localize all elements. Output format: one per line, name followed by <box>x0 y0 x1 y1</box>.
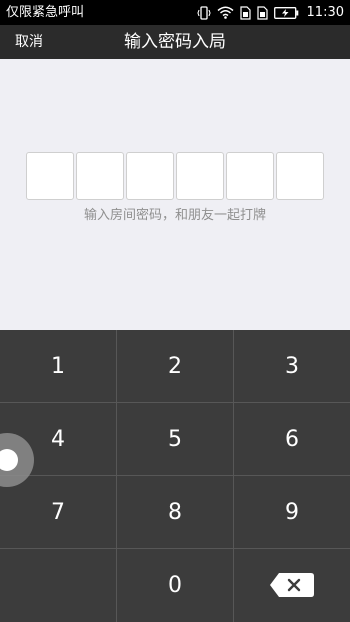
key-5[interactable]: 5 <box>117 403 233 475</box>
screen: 仅限紧急呼叫 11:30 取消 输入密码入局 输入房间密码，和朋友一起打牌 1 … <box>0 0 350 622</box>
key-8[interactable]: 8 <box>117 476 233 548</box>
wifi-icon <box>217 6 234 19</box>
pin-digit-box-1[interactable] <box>26 152 74 200</box>
key-2[interactable]: 2 <box>117 330 233 402</box>
page-title: 输入密码入局 <box>124 32 226 52</box>
cancel-button[interactable]: 取消 <box>15 25 43 59</box>
assistive-touch-button[interactable] <box>0 433 35 487</box>
key-9[interactable]: 9 <box>234 476 350 548</box>
backspace-button[interactable] <box>234 549 350 621</box>
status-bar: 仅限紧急呼叫 11:30 <box>0 0 350 25</box>
nav-bar: 取消 输入密码入局 <box>0 25 350 59</box>
carrier-status-text: 仅限紧急呼叫 <box>6 5 85 20</box>
pin-digit-box-3[interactable] <box>126 152 174 200</box>
pin-hint-text: 输入房间密码，和朋友一起打牌 <box>83 208 266 223</box>
battery-charging-icon <box>273 6 299 19</box>
status-time: 11:30 <box>306 5 344 20</box>
numeric-keypad: 1 2 3 4 5 6 7 8 9 0 <box>0 330 350 622</box>
backspace-icon <box>269 572 315 598</box>
key-6[interactable]: 6 <box>234 403 350 475</box>
pin-entry-area: 输入房间密码，和朋友一起打牌 <box>0 59 350 330</box>
pin-digit-box-2[interactable] <box>76 152 124 200</box>
sim2-icon <box>256 5 268 20</box>
key-0[interactable]: 0 <box>117 549 233 621</box>
pin-digit-box-5[interactable] <box>226 152 274 200</box>
sim1-icon <box>239 5 251 20</box>
status-icons: 11:30 <box>196 3 344 22</box>
key-empty <box>0 549 116 621</box>
pin-digit-box-6[interactable] <box>276 152 324 200</box>
key-3[interactable]: 3 <box>234 330 350 402</box>
pin-digit-box-4[interactable] <box>176 152 224 200</box>
pin-input-row[interactable] <box>26 152 324 200</box>
vibrate-icon <box>196 5 211 20</box>
key-1[interactable]: 1 <box>0 330 116 402</box>
